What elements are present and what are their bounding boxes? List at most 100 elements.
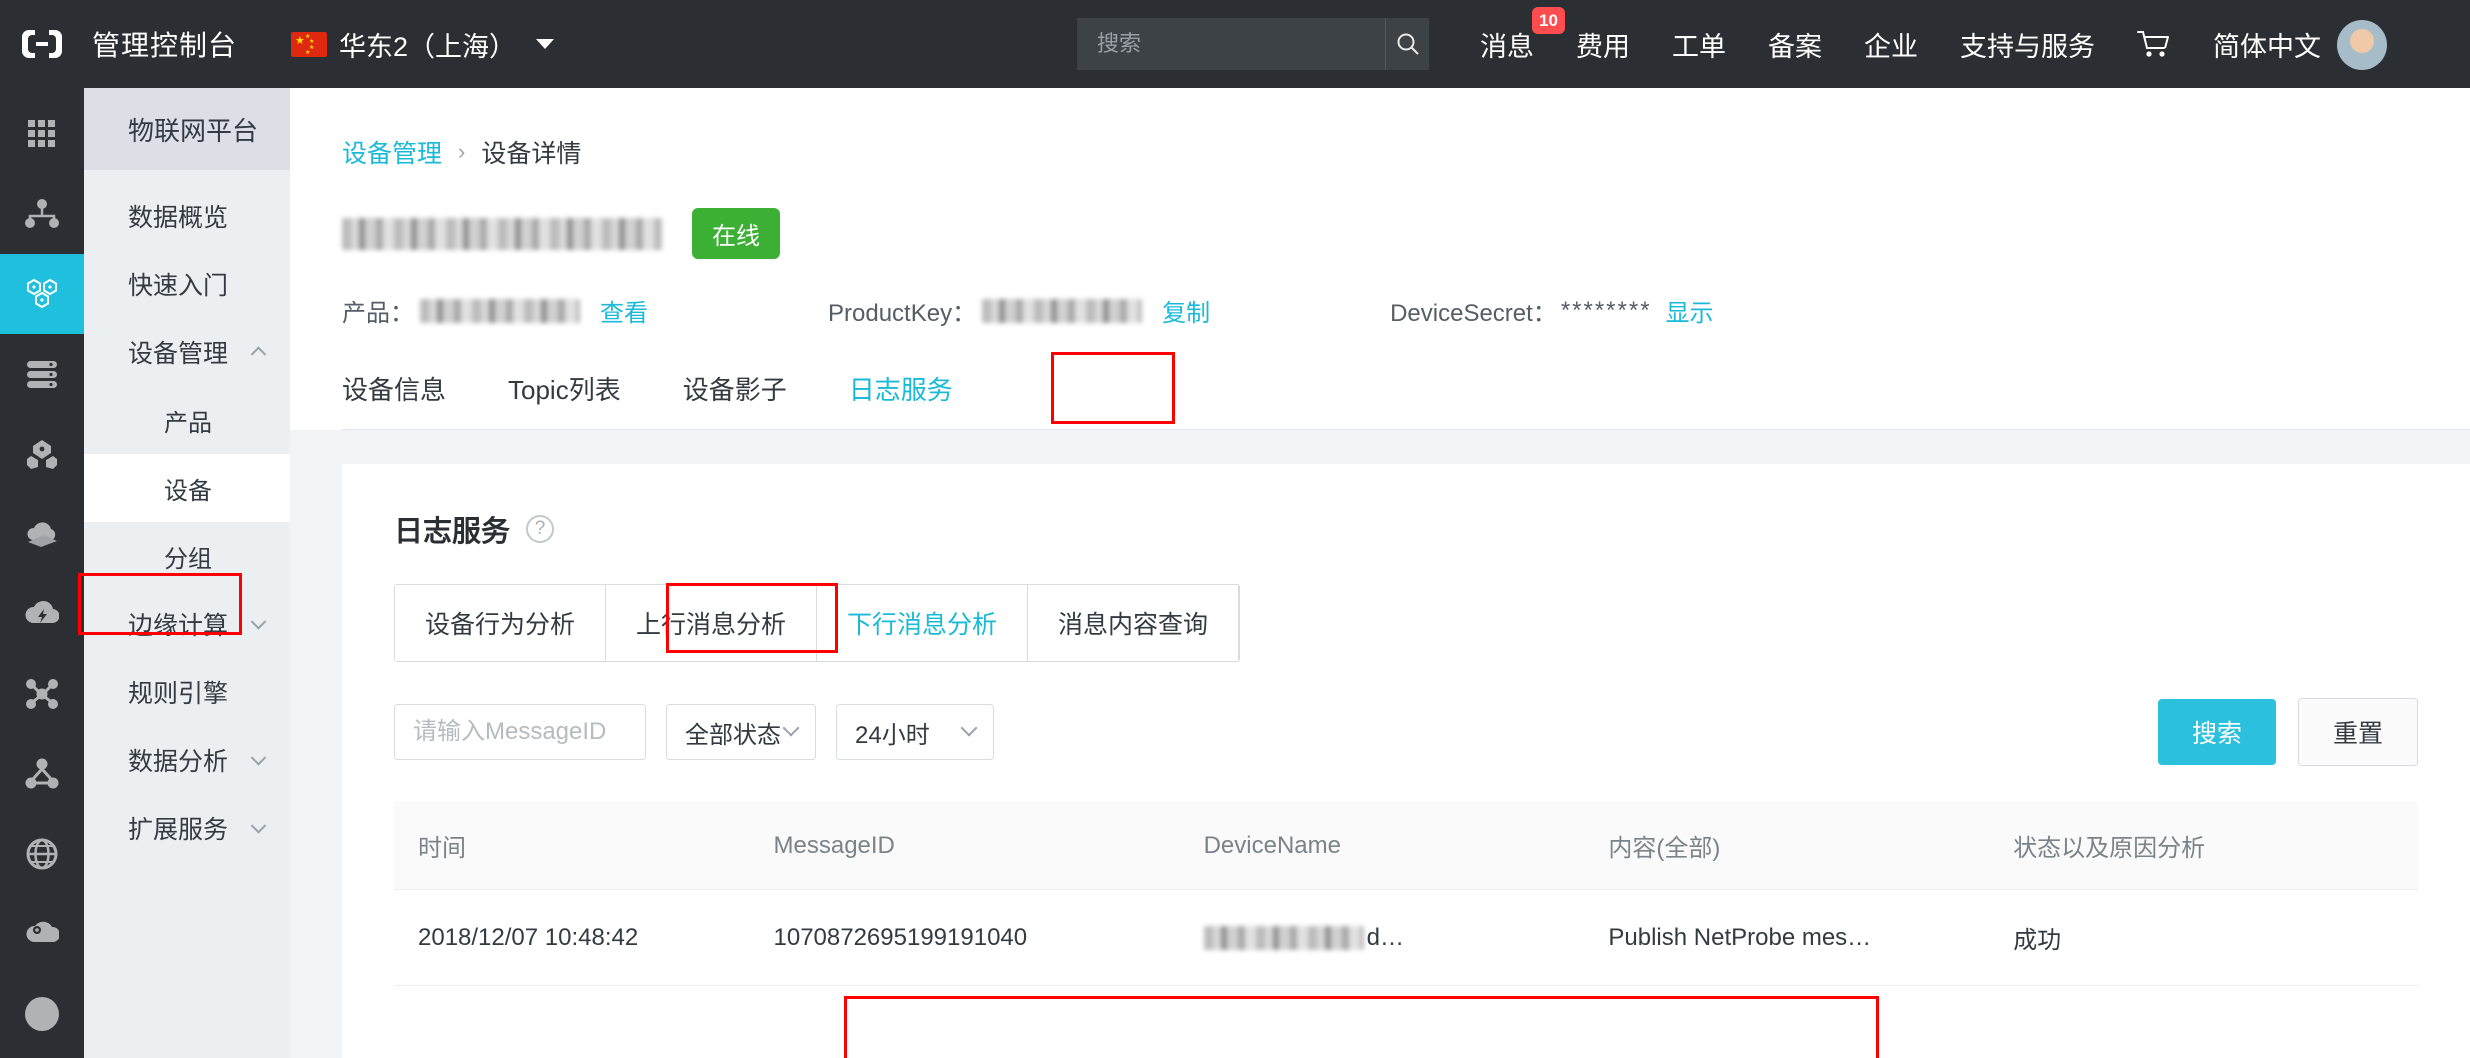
server-stack-icon[interactable] [0, 334, 84, 414]
devicename-tail: d… [1366, 923, 1404, 951]
chevron-up-icon [250, 346, 267, 362]
sidebar-item-device-management[interactable]: 设备管理 [84, 318, 290, 386]
breadcrumb-parent-link[interactable]: 设备管理 [342, 134, 442, 170]
devicesecret-show-link[interactable]: 显示 [1666, 293, 1714, 328]
tab-topic-list[interactable]: Topic列表 [508, 370, 621, 429]
apps-grid-icon[interactable] [0, 94, 84, 174]
card-title-row: 日志服务 ? [394, 508, 2470, 550]
device-detail-header: 设备管理 › 设备详情 在线 产品： 查看 ProductKey： 复制 Dev… [290, 88, 2470, 430]
region-label: 华东2（上海） [339, 31, 517, 62]
product-meta: 产品： 查看 [342, 293, 648, 328]
productkey-copy-link[interactable]: 复制 [1162, 293, 1210, 328]
gear-cloud-icon[interactable] [0, 894, 84, 974]
devicename-masked [1203, 925, 1364, 950]
iot-hexagon-icon[interactable] [0, 254, 84, 334]
column-header-time: 时间 [394, 802, 774, 890]
log-table-head: 时间 MessageID DeviceName 内容(全部) 状态以及原因分析 [394, 802, 2418, 890]
chevron-down-icon [250, 750, 267, 766]
filter-actions: 搜索 重置 [2157, 698, 2470, 766]
sidebar-item-edge-computing[interactable]: 边缘计算 [84, 590, 290, 658]
question-mark-icon[interactable]: ? [526, 515, 555, 543]
subtab-downlink-message[interactable]: 下行消息分析 [817, 585, 1029, 661]
cloud-brand-icon [21, 25, 63, 63]
nav-item-messages[interactable]: 消息 10 [1480, 6, 1565, 64]
breadcrumb-current: 设备详情 [481, 140, 582, 168]
sidebar-label: 边缘计算 [128, 612, 229, 640]
status-select[interactable]: 全部状态 [666, 704, 816, 760]
sidebar-item-rule-engine[interactable]: 规则引擎 [84, 658, 290, 726]
table-header-row: 时间 MessageID DeviceName 内容(全部) 状态以及原因分析 [394, 802, 2418, 890]
globe-icon[interactable] [0, 814, 84, 894]
search-submit-button[interactable] [1385, 18, 1429, 70]
subtab-message-content-query[interactable]: 消息内容查询 [1028, 585, 1240, 661]
chevron-down-icon [250, 614, 267, 630]
subtab-uplink-message[interactable]: 上行消息分析 [606, 585, 818, 661]
avatar[interactable] [2337, 20, 2387, 70]
sidebar-item-data-overview[interactable]: 数据概览 [84, 182, 290, 250]
sidebar-item-products[interactable]: 产品 [84, 386, 290, 454]
column-header-devicename: DeviceName [1203, 802, 1609, 890]
log-filters: 全部状态 24小时 搜索 重置 [394, 698, 2470, 766]
console-title: 管理控制台 [92, 30, 238, 61]
tab-device-shadow[interactable]: 设备影子 [683, 370, 787, 429]
app-body: 物联网平台 数据概览 快速入门 设备管理 产品 设备 分组 边缘计算 规则引擎 … [0, 88, 2470, 1058]
shopping-cart-icon[interactable] [2137, 29, 2171, 59]
nav-item-enterprise[interactable]: 企业 [1864, 25, 1918, 64]
search-input[interactable] [1077, 31, 1385, 57]
nav-item-icp[interactable]: 备案 [1768, 25, 1822, 64]
circle-dot-icon[interactable] [0, 974, 84, 1054]
device-title-row: 在线 [342, 208, 2470, 259]
secondary-sidebar: 物联网平台 数据概览 快速入门 设备管理 产品 设备 分组 边缘计算 规则引擎 … [84, 88, 290, 1058]
messageid-field[interactable] [394, 704, 646, 760]
cn-flag-icon: ★ ★ ★ ★ ★ [291, 31, 328, 57]
table-row[interactable]: 2018/12/07 10:48:42 1070872695199191040 … [394, 889, 2418, 986]
productkey-meta: ProductKey： 复制 [828, 293, 1210, 328]
tab-log-service[interactable]: 日志服务 [849, 370, 953, 429]
share-nodes-icon[interactable] [0, 734, 84, 814]
product-label: 产品： [342, 300, 414, 327]
chevron-down-icon [536, 39, 555, 49]
cross-connect-icon[interactable] [0, 654, 84, 734]
product-value-masked [420, 298, 580, 323]
tabs-divider [342, 429, 2470, 430]
sidebar-item-extended-services[interactable]: 扩展服务 [84, 794, 290, 862]
region-selector[interactable]: ★ ★ ★ ★ ★ 华东2（上海） [291, 25, 555, 64]
search-button[interactable]: 搜索 [2157, 699, 2276, 765]
product-view-link[interactable]: 查看 [600, 293, 648, 328]
nav-item-billing[interactable]: 费用 [1576, 25, 1630, 64]
sidebar-item-groups[interactable]: 分组 [84, 522, 290, 590]
sidebar-item-devices[interactable]: 设备 [84, 454, 290, 522]
cloud-storage-icon[interactable] [0, 494, 84, 574]
sidebar-label: 数据概览 [128, 204, 229, 232]
sidebar-menu: 数据概览 快速入门 设备管理 产品 设备 分组 边缘计算 规则引擎 数据分析 扩… [84, 170, 290, 862]
sidebar-label: 规则引擎 [128, 680, 229, 708]
devicesecret-meta: DeviceSecret： ******** 显示 [1390, 293, 1713, 328]
timerange-select[interactable]: 24小时 [836, 704, 994, 760]
sidebar-label: 分组 [164, 545, 212, 573]
devicesecret-value: ******** [1560, 296, 1652, 324]
cloud-flash-icon[interactable] [0, 574, 84, 654]
productkey-value-masked [982, 298, 1143, 323]
subtab-device-behavior[interactable]: 设备行为分析 [395, 585, 607, 661]
sidebar-label: 扩展服务 [128, 816, 229, 844]
nav-item-ticket[interactable]: 工单 [1672, 25, 1726, 64]
nav-item-language[interactable]: 简体中文 [2213, 25, 2321, 64]
top-header-bar: 管理控制台 ★★ ★★★ 华东2（上海） 消息 10 费用 工单 备案 企业 支… [0, 0, 2470, 88]
header-nav: 消息 10 费用 工单 备案 企业 支持与服务 简体中文 [1480, 0, 2387, 88]
reset-button[interactable]: 重置 [2297, 698, 2418, 766]
sidebar-item-quick-start[interactable]: 快速入门 [84, 250, 290, 318]
log-subtabs: 设备行为分析 上行消息分析 下行消息分析 消息内容查询 [394, 583, 1241, 662]
cluster-icon[interactable] [0, 414, 84, 494]
sidebar-label: 设备管理 [128, 340, 229, 368]
messageid-input[interactable] [413, 718, 627, 746]
tab-device-info[interactable]: 设备信息 [342, 370, 446, 429]
sidebar-title: 物联网平台 [84, 88, 290, 170]
global-search[interactable] [1077, 18, 1429, 70]
network-nodes-icon[interactable] [0, 174, 84, 254]
column-header-content: 内容(全部) [1608, 802, 2014, 890]
productkey-label: ProductKey： [828, 300, 977, 327]
breadcrumb-separator-icon: › [458, 139, 466, 164]
nav-item-support[interactable]: 支持与服务 [1960, 25, 2095, 64]
sidebar-item-data-analysis[interactable]: 数据分析 [84, 726, 290, 794]
brand-logo[interactable] [0, 25, 84, 63]
